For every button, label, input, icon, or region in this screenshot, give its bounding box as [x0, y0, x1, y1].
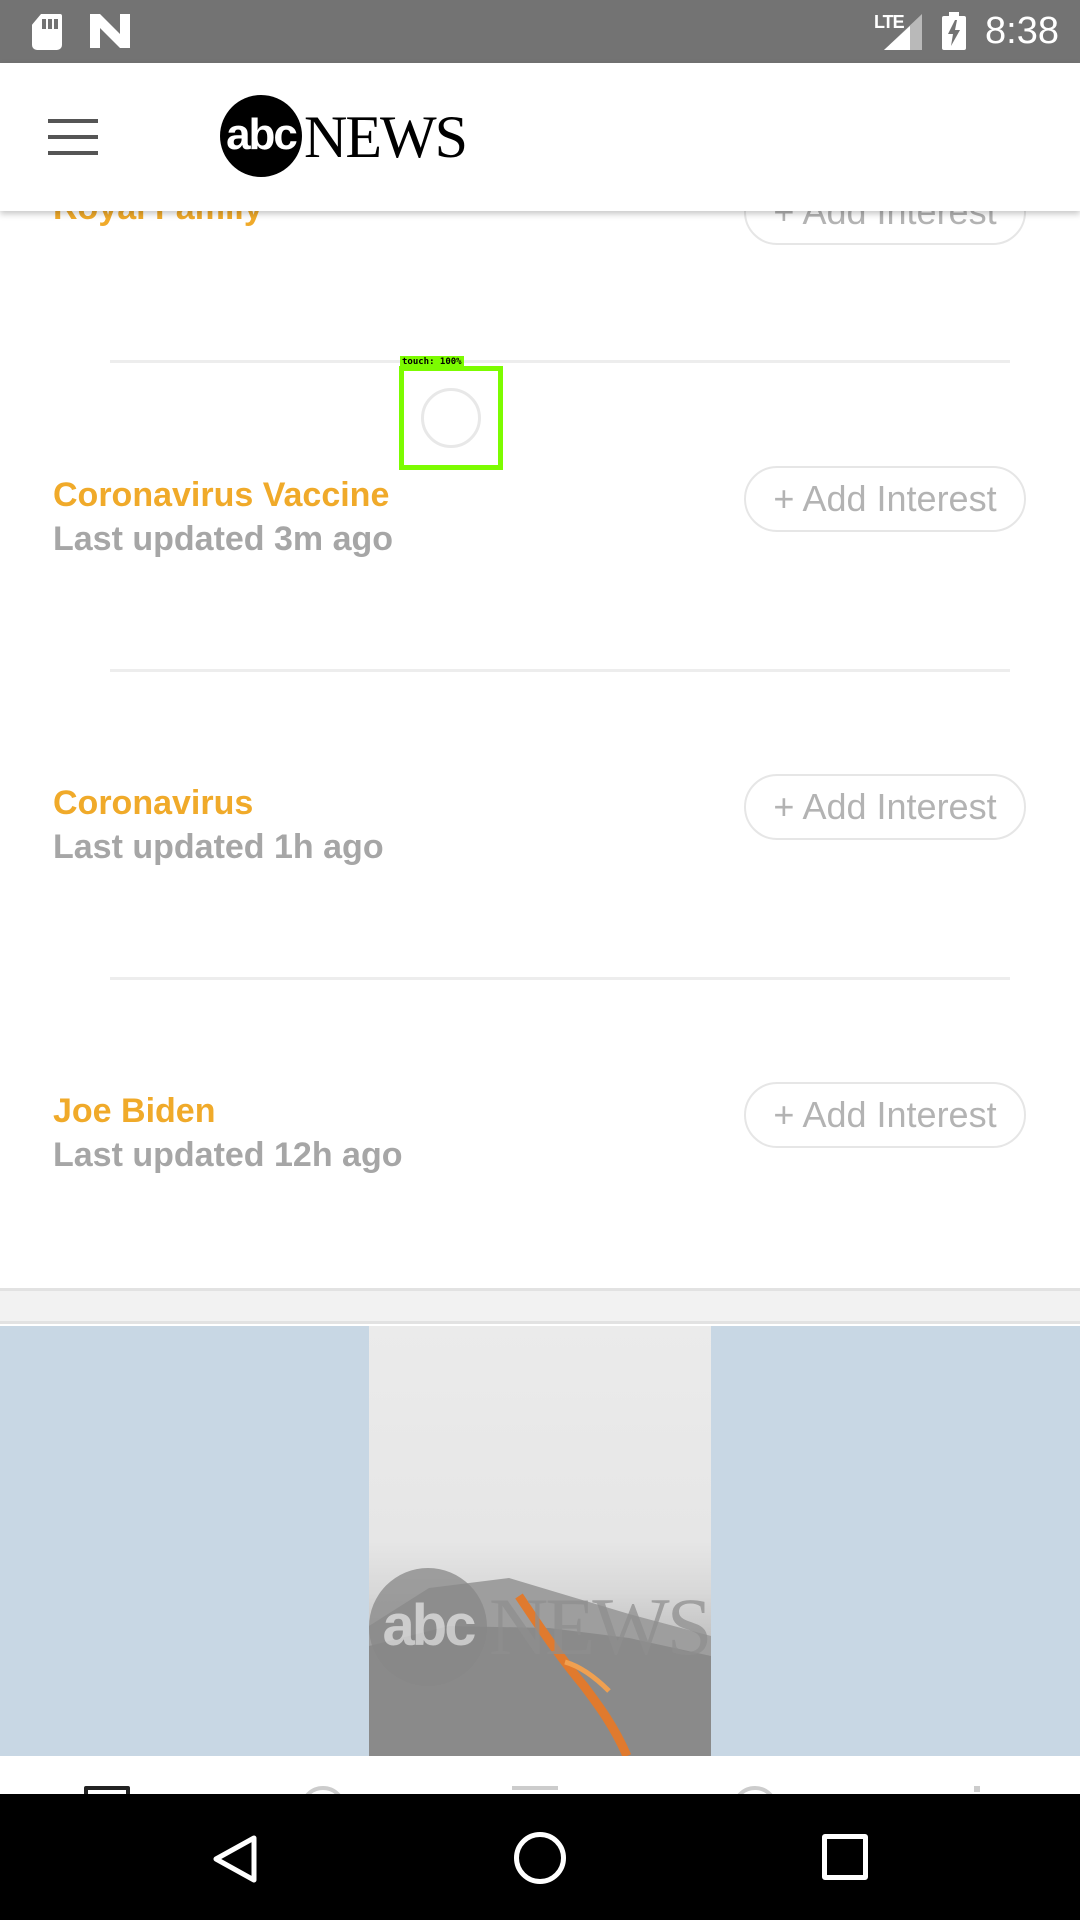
section-separator — [0, 1288, 1080, 1324]
video-thumbnail[interactable]: abc NEWS — [369, 1326, 711, 1756]
clock: 8:38 — [985, 10, 1059, 52]
tab-more-icon[interactable] — [974, 1786, 980, 1794]
bottom-tab-bar[interactable] — [0, 1756, 1080, 1794]
list-item: Coronavirus Last updated 1h ago + Add In… — [0, 774, 1080, 944]
add-interest-button[interactable]: + Add Interest — [744, 774, 1026, 840]
list-item: Coronavirus Vaccine Last updated 3m ago … — [0, 466, 1080, 636]
interest-updated: Last updated 12h ago — [53, 1136, 403, 1174]
app-header: abc NEWS — [0, 63, 1080, 211]
tab-live-icon[interactable] — [512, 1786, 558, 1794]
video-logo: abc NEWS — [369, 1568, 711, 1688]
n-notification-icon — [90, 14, 130, 48]
interest-updated: Last updated 1h ago — [53, 828, 384, 866]
tab-profile-icon[interactable] — [732, 1786, 778, 1794]
list-item: Royal Family + Add Interest — [0, 179, 1080, 349]
add-interest-button[interactable]: + Add Interest — [744, 466, 1026, 532]
tab-home-icon[interactable] — [84, 1786, 130, 1794]
divider — [110, 977, 1010, 980]
video-logo-abc: abc — [369, 1568, 487, 1686]
signal-icon — [884, 14, 922, 50]
abc-news-logo[interactable]: abc NEWS — [220, 95, 468, 179]
hamburger-menu-icon[interactable] — [48, 119, 98, 155]
back-icon[interactable] — [212, 1834, 258, 1884]
interest-title[interactable]: Joe Biden — [53, 1092, 215, 1131]
divider — [110, 360, 1010, 363]
list-item: Joe Biden Last updated 12h ago + Add Int… — [0, 1082, 1080, 1252]
add-interest-button[interactable]: + Add Interest — [744, 1082, 1026, 1148]
battery-charging-icon — [942, 12, 966, 50]
interest-title[interactable]: Coronavirus — [53, 784, 253, 823]
touch-ripple-icon — [421, 388, 481, 448]
status-bar: LTE 8:38 — [0, 0, 1080, 63]
divider — [110, 669, 1010, 672]
logo-news: NEWS — [304, 104, 468, 170]
interest-updated: Last updated 3m ago — [53, 520, 394, 558]
interest-title[interactable]: Coronavirus Vaccine — [53, 476, 389, 515]
home-icon[interactable] — [514, 1832, 566, 1884]
logo-abc: abc — [220, 95, 302, 177]
system-navigation-bar — [0, 1794, 1080, 1920]
video-area[interactable]: abc NEWS — [0, 1326, 1080, 1756]
tab-search-icon[interactable] — [300, 1786, 346, 1794]
recents-icon[interactable] — [822, 1834, 868, 1880]
sd-card-icon — [32, 14, 62, 50]
interest-list[interactable]: Royal Family + Add Interest Coronavirus … — [0, 63, 1080, 1291]
video-logo-news: NEWS — [489, 1581, 711, 1672]
